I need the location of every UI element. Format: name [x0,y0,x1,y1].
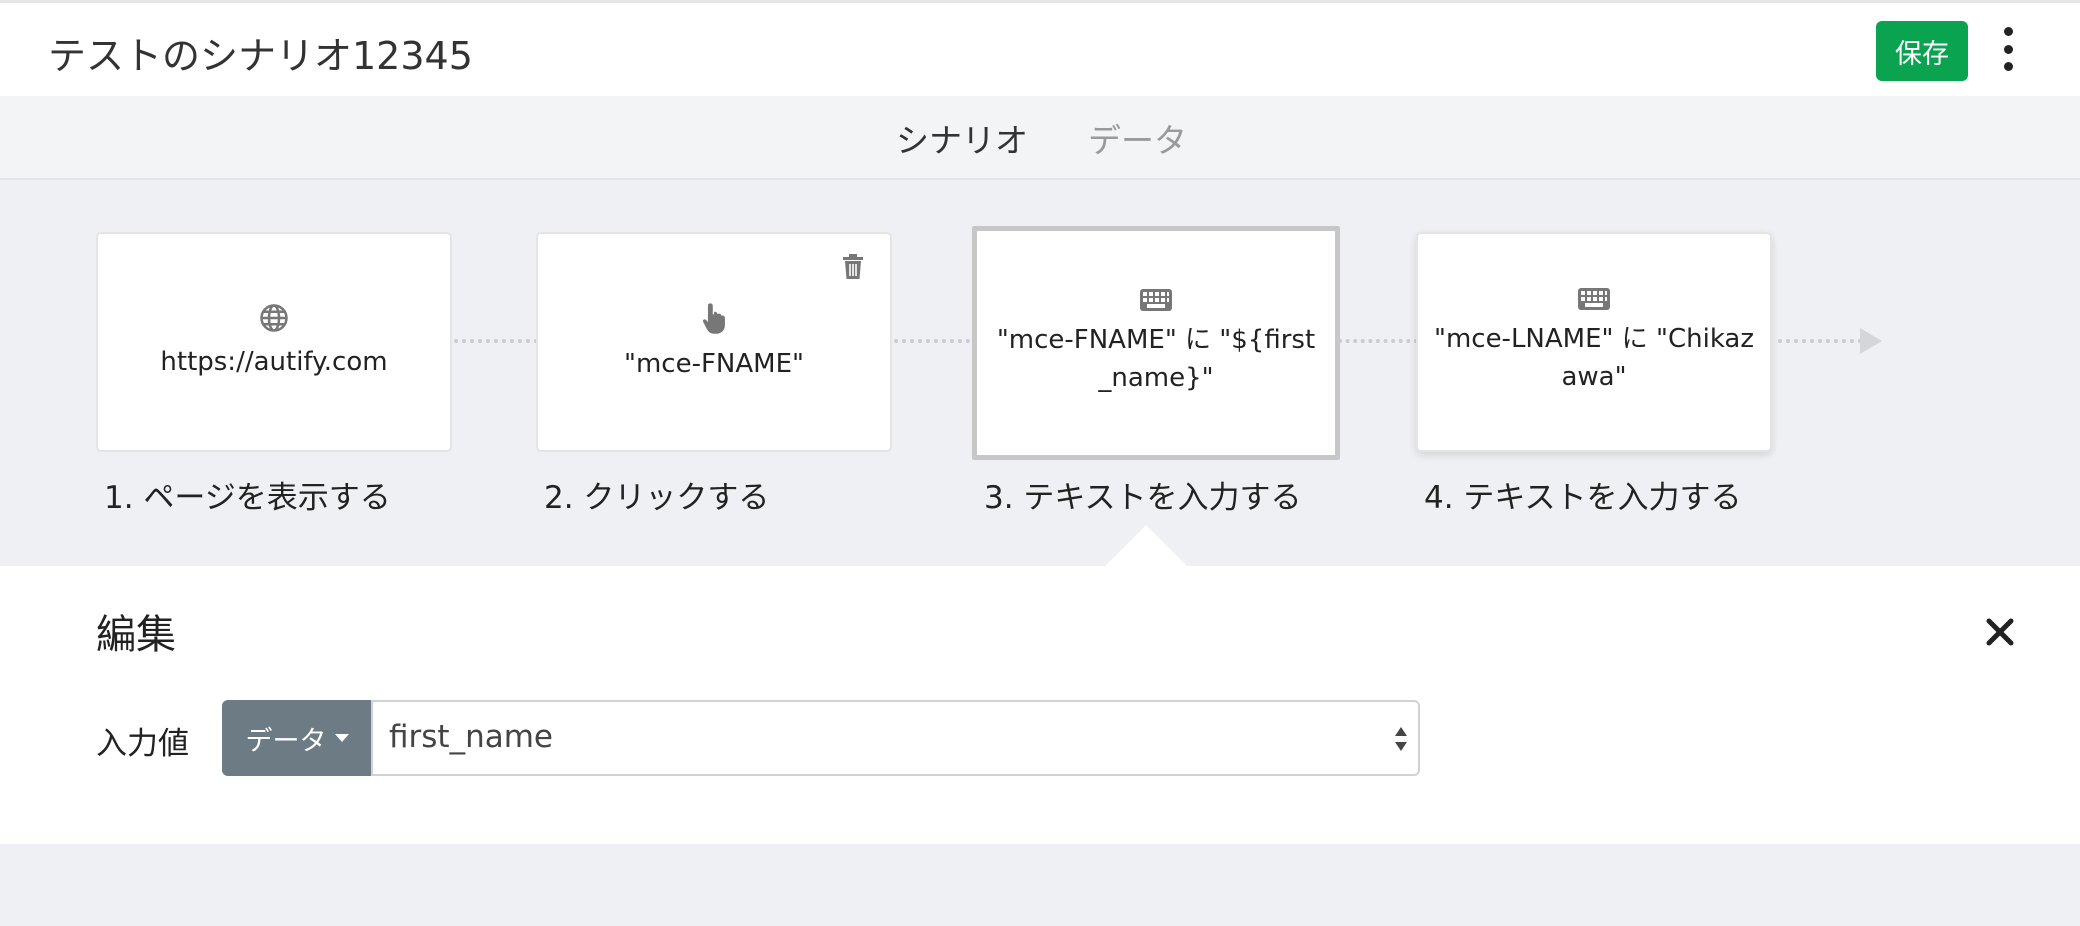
more-options-icon[interactable] [1994,27,2022,71]
step-flow: https://autify.com 1. ページを表示する "mce-FNAM… [0,180,2080,566]
app-header: テストのシナリオ12345 保存 [0,0,2080,96]
step-description: "mce-LNAME" に "Chikazawa" [1433,324,1755,392]
step-connector [1778,339,1862,343]
selected-step-pointer [1104,525,1188,567]
data-source-dropdown-button[interactable]: データ [222,700,372,776]
step-connector [894,339,978,343]
select-arrows-icon [1395,727,1407,751]
save-button[interactable]: 保存 [1876,21,1968,81]
globe-icon [259,303,289,333]
tab-data[interactable]: データ [1088,114,1187,162]
step-card-1[interactable]: https://autify.com [96,232,452,452]
input-value-label: 入力値 [96,726,189,762]
data-field-select[interactable]: first_name [371,700,1420,776]
pointer-hand-icon [699,301,729,335]
data-source-label: データ [245,725,327,757]
caret-down-icon [334,734,349,742]
keyboard-icon [1578,288,1610,310]
trash-icon[interactable] [842,254,864,284]
step-connector [454,339,538,343]
step-description: "mce-FNAME" [624,349,804,379]
add-step-arrow-icon [1860,328,1882,354]
step-label: 1. ページを表示する [104,480,391,516]
footer-area [0,844,2080,926]
step-label: 4. テキストを入力する [1424,480,1742,516]
step-label: 2. クリックする [544,480,770,516]
step-description: https://autify.com [160,347,388,377]
step-label: 3. テキストを入力する [984,480,1302,516]
step-card-4[interactable]: "mce-LNAME" に "Chikazawa" [1416,232,1772,452]
selected-data-field: first_name [389,719,553,755]
tab-bar: シナリオ データ [0,96,2080,180]
step-card-3[interactable]: "mce-FNAME" に "${first_name}" [972,226,1340,460]
tab-scenario[interactable]: シナリオ [896,114,1028,162]
step-description: "mce-FNAME" に "${first_name}" [996,325,1316,393]
edit-panel-title: 編集 [96,612,176,658]
scenario-title: テストのシナリオ12345 [48,34,473,78]
step-connector [1338,339,1418,343]
edit-panel: 編集 入力値 データ first_name [0,566,2080,844]
step-card-2[interactable]: "mce-FNAME" [536,232,892,452]
keyboard-icon [1140,289,1172,311]
close-icon[interactable] [1984,616,2016,648]
